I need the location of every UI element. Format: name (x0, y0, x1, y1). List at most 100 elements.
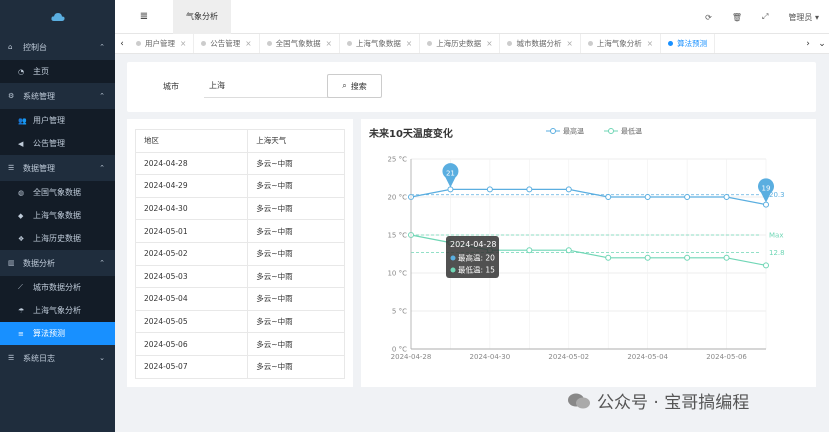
table-cell: 多云~中雨 (247, 332, 345, 356)
table-cell: 2024-04-29 (134, 174, 249, 198)
tag-item[interactable]: 全国气象数据 × (260, 34, 340, 53)
tag-item[interactable]: 上海气象数据 × (340, 34, 421, 53)
user-menu[interactable]: 管理员 ▾ (788, 12, 819, 23)
table-cell: 多云~中雨 (247, 241, 345, 266)
sidebar-group[interactable]: ⚙ 系统管理 ⌃ (0, 83, 115, 109)
sidebar-item[interactable]: ⟋ 城市数据分析 (0, 276, 115, 299)
line-chart-icon: ⟋ (18, 283, 23, 291)
tag-item[interactable]: 算法预测 (661, 34, 716, 53)
sidebar-item[interactable]: ≡ 算法预测 (0, 322, 115, 345)
tag-label: 用户管理 (145, 39, 175, 48)
tags-scroll-left-icon[interactable]: ‹ (115, 39, 129, 49)
refresh-icon[interactable]: ⟳ (705, 13, 712, 22)
y-tick-label: 25 °C (387, 156, 407, 164)
table-cell: 2024-05-02 (134, 241, 249, 266)
tag-item[interactable]: 用户管理 × (129, 34, 195, 53)
table-cell: 多云~中雨 (247, 309, 345, 334)
table-row: 2024-05-05 多云~中雨 (134, 309, 345, 334)
tooltip-date: 2024-04-28 (450, 240, 497, 249)
table-row: 2024-04-28 多云~中雨 (134, 151, 345, 176)
tags-list: 用户管理 × 公告管理 × 全国气象数据 × 上海气象数据 × 上海历史数据 × 城市数据分析 × 上海… (129, 34, 801, 53)
menu-toggle-icon[interactable]: ≣ (115, 0, 173, 34)
sidebar-group[interactable]: ⌂ 控制台 ⌃ (0, 34, 115, 60)
sidebar-item[interactable]: ☂ 上海气象分析 (0, 299, 115, 322)
y-tick-label: 5 °C (392, 308, 407, 316)
close-icon[interactable]: × (245, 39, 251, 48)
close-icon[interactable]: × (180, 39, 186, 48)
city-select[interactable]: 上海 ▼ (204, 74, 340, 98)
close-icon[interactable]: × (566, 39, 572, 48)
sidebar-group[interactable]: ▥ 数据分析 ⌃ (0, 250, 115, 276)
tag-item[interactable]: 城市数据分析 × (500, 34, 581, 53)
close-icon[interactable]: × (326, 39, 332, 48)
legend-label: 最高温 (563, 127, 584, 136)
forecast-table-card: 地区 上海天气 2024-04-28 多云~中雨 2024-04-29 多云~中雨 20… (127, 119, 353, 387)
data-point (644, 254, 651, 261)
tags-dropdown-icon[interactable]: ⌄ (815, 39, 829, 49)
data-point (565, 186, 572, 193)
temperature-chart: 0 °C5 °C10 °C15 °C20 °C25 °C2024-04-28 20… (387, 127, 784, 362)
search-button-label: 搜索 (350, 81, 367, 91)
topbar: ≣ 气象分析 ⟳ 🗑 ⤢ 管理员 ▾ (115, 0, 829, 34)
table-row: 2024-05-04 多云~中雨 (134, 287, 345, 311)
table-cell: 2024-04-30 (134, 196, 249, 221)
sidebar-item[interactable]: ◔ 主页 (0, 60, 115, 83)
sidebar-label: 主页 (33, 67, 49, 76)
legend-marker (608, 128, 614, 134)
max-line-label: Max (769, 232, 783, 240)
cloud-icon (50, 13, 65, 21)
close-icon[interactable]: × (486, 39, 492, 48)
data-point (644, 194, 651, 200)
chevron-up-icon: ⌃ (99, 92, 105, 100)
sidebar-item[interactable]: ❖ 上海历史数据 (0, 227, 115, 250)
sidebar-label: 公告管理 (33, 139, 65, 148)
table-row: 2024-05-01 多云~中雨 (134, 219, 345, 243)
dot-icon (136, 41, 141, 46)
tag-item[interactable]: 公告管理 × (194, 34, 260, 53)
watermark-text: 公众号 · 宝哥搞编程 (597, 393, 750, 413)
sidebar-label: 城市数据分析 (33, 283, 81, 292)
table-row: 2024-05-07 多云~中雨 (134, 354, 345, 379)
list-icon: ☰ (8, 164, 15, 172)
trash-icon[interactable]: 🗑 (732, 13, 742, 22)
tab-weather-analysis[interactable]: 气象分析 (173, 0, 231, 34)
sidebar-item[interactable]: ◀ 公告管理 (0, 132, 115, 155)
sidebar-menu: ⌂ 控制台 ⌃ ◔ 主页 ⚙ 系统管理 ⌃ 👥 用户管理 ◀ 公告管理 ☰ 数据管理 ⌃ ◍ 全国气象数据 ◆ 上海… (0, 34, 115, 371)
tag-item[interactable]: 上海历史数据 × (420, 34, 501, 53)
sidebar-group[interactable]: ☰ 系统日志 ⌄ (0, 345, 115, 371)
top-right-tools: ⟳ 🗑 ⤢ 管理员 ▾ (705, 0, 819, 34)
sidebar-item[interactable]: ◆ 上海气象数据 (0, 204, 115, 227)
forecast-table: 地区 上海天气 2024-04-28 多云~中雨 2024-04-29 多云~中雨 20… (134, 129, 345, 379)
table-cell: 2024-04-28 (134, 151, 249, 176)
x-tick-label: 2024-04-28 (391, 353, 432, 361)
table-cell: 多云~中雨 (247, 287, 345, 311)
fullscreen-icon[interactable]: ⤢ (762, 12, 768, 22)
tooltip-marker (450, 255, 456, 261)
globe-icon: ◍ (18, 188, 25, 197)
sidebar-label: 上海气象数据 (33, 211, 81, 220)
tag-label: 公告管理 (210, 39, 241, 48)
logo[interactable] (0, 0, 115, 34)
tags-scroll-right-icon[interactable]: › (801, 39, 815, 49)
dot-icon (266, 41, 272, 46)
city-label: 城市 (163, 82, 179, 91)
sidebar-item[interactable]: ◍ 全国气象数据 (0, 181, 115, 204)
sidebar-label: 控制台 (23, 42, 47, 52)
table-row: 2024-05-06 多云~中雨 (134, 332, 345, 356)
sidebar-label: 系统日志 (23, 353, 55, 363)
search-button[interactable]: ⌕ 搜索 (327, 74, 382, 98)
dot-icon (587, 41, 593, 46)
data-point (447, 186, 454, 193)
close-icon[interactable]: × (406, 39, 412, 48)
tag-item[interactable]: 上海气象分析 × (581, 34, 662, 53)
tooltip-marker (450, 267, 456, 273)
sidebar-item[interactable]: 👥 用户管理 (0, 109, 115, 132)
sidebar-group[interactable]: ☰ 数据管理 ⌃ (0, 155, 115, 181)
legend-marker (550, 128, 556, 134)
table-cell: 多云~中雨 (247, 174, 345, 198)
close-icon[interactable]: × (647, 39, 653, 48)
tag-label: 上海气象分析 (596, 39, 642, 48)
y-tick-label: 20 °C (387, 194, 407, 202)
y-tick-label: 15 °C (387, 232, 407, 240)
dot-icon (346, 41, 352, 46)
